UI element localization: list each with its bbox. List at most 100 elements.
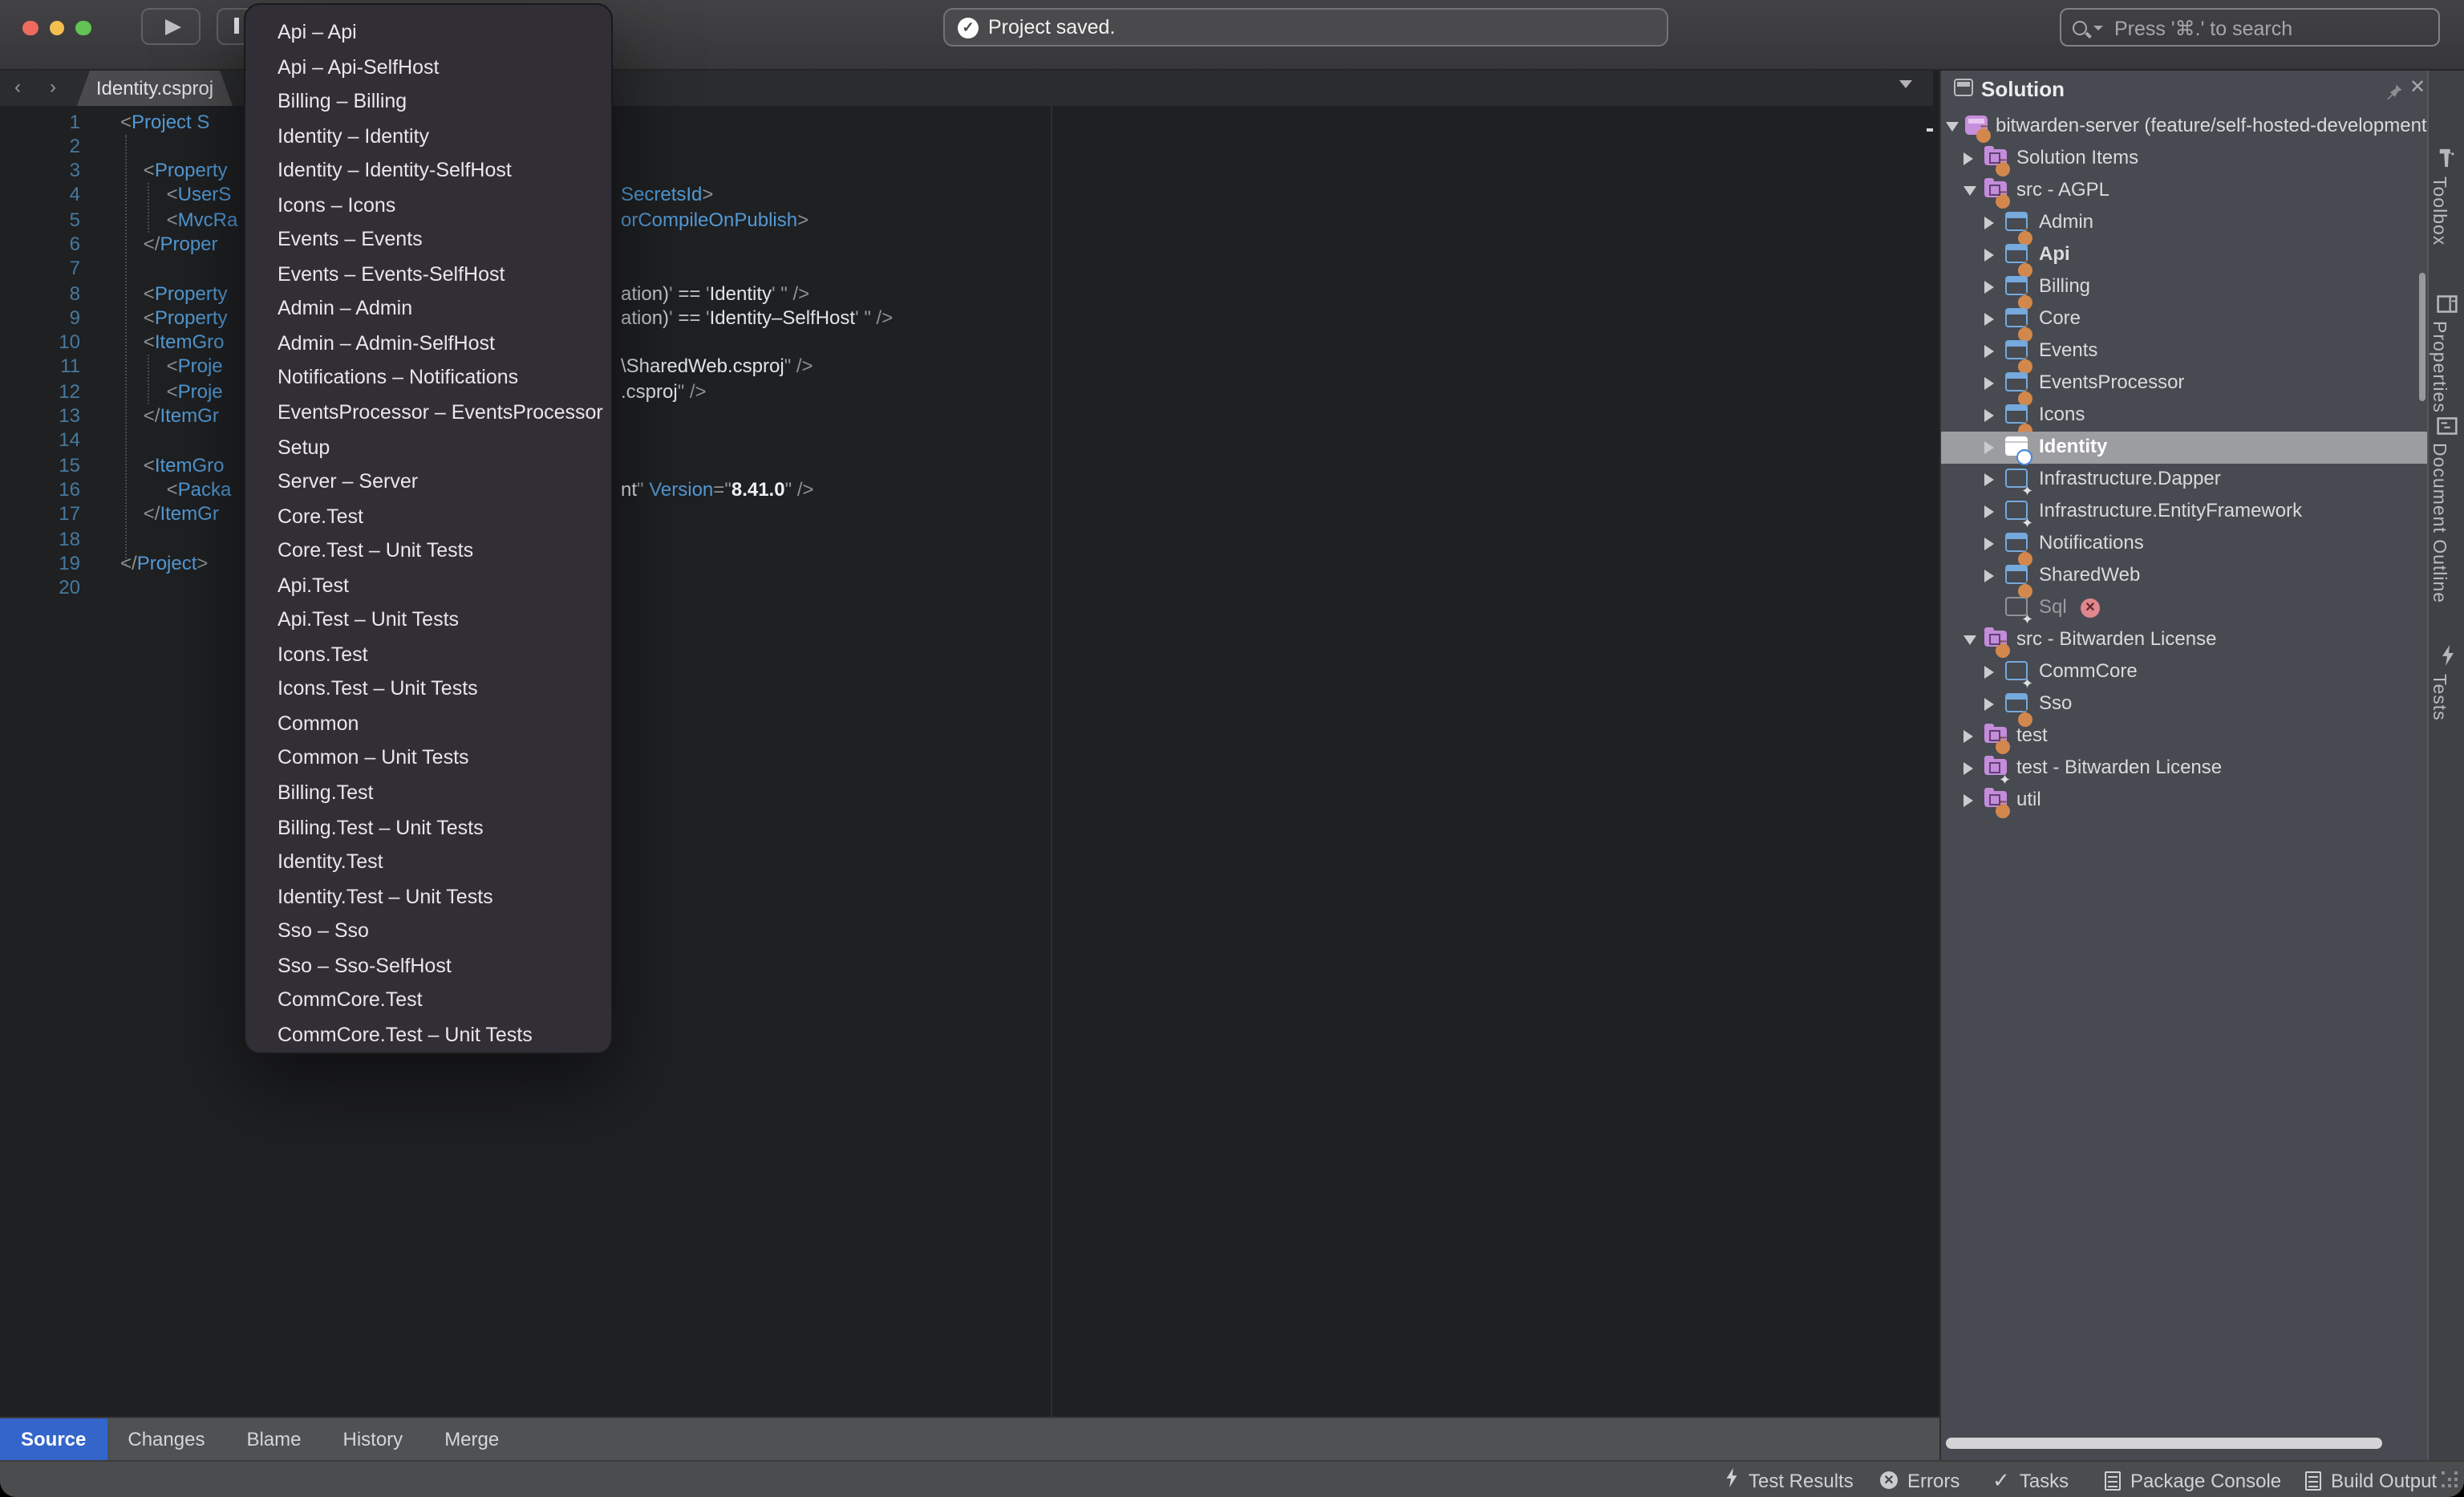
expand-icon[interactable] — [1984, 537, 1994, 550]
run-config-menu-item[interactable]: Sso – Sso — [245, 915, 611, 949]
run-config-menu-item[interactable]: Common – Unit Tests — [245, 742, 611, 777]
vcs-tab-merge[interactable]: Merge — [424, 1418, 520, 1462]
tree-row-sharedweb[interactable]: SharedWeb — [1941, 559, 2427, 591]
run-config-menu-item[interactable]: Api.Test — [245, 570, 611, 604]
tab-overflow-icon[interactable] — [1899, 80, 1912, 88]
tree-row-src-bitwarden-license[interactable]: src - Bitwarden License — [1941, 623, 2427, 655]
expand-icon[interactable] — [1984, 440, 1994, 453]
tree-row-sql[interactable]: ✦Sql✕ — [1941, 591, 2427, 623]
vcs-tab-blame[interactable]: Blame — [225, 1418, 322, 1462]
pin-icon[interactable] — [2385, 80, 2403, 109]
tree-row-commcore[interactable]: ✦CommCore — [1941, 655, 2427, 688]
vcs-tab-changes[interactable]: Changes — [107, 1418, 225, 1462]
collapse-icon[interactable] — [1964, 635, 1976, 644]
expand-icon[interactable] — [1964, 729, 1973, 742]
run-config-menu-item[interactable]: CommCore.Test – Unit Tests — [245, 1019, 611, 1053]
expand-icon[interactable] — [1984, 344, 1994, 357]
tree-row-test-bitwarden-license[interactable]: ✦test - Bitwarden License — [1941, 752, 2427, 784]
tree-row-admin[interactable]: Admin — [1941, 206, 2427, 238]
pad-tab-toolbox[interactable]: Toolbox — [2429, 148, 2464, 245]
tree-row-sso[interactable]: Sso — [1941, 688, 2427, 720]
expand-icon[interactable] — [1964, 152, 1973, 164]
run-config-menu-item[interactable]: Icons.Test — [245, 639, 611, 673]
tree-row-core[interactable]: Core — [1941, 302, 2427, 335]
statusbar-package-console[interactable]: Package Console — [2105, 1462, 2281, 1497]
close-icon[interactable]: ✕ — [2409, 75, 2426, 98]
vcs-tab-source[interactable]: Source — [0, 1418, 107, 1462]
run-button[interactable] — [141, 8, 201, 45]
run-config-menu-item[interactable]: Billing.Test – Unit Tests — [245, 811, 611, 846]
run-config-menu-item[interactable]: Identity – Identity — [245, 120, 611, 154]
expand-icon[interactable] — [1984, 408, 1994, 421]
run-config-menu-item[interactable]: Events – Events — [245, 224, 611, 258]
tree-row-eventsprocessor[interactable]: EventsProcessor — [1941, 367, 2427, 399]
run-config-menu-item[interactable]: Billing – Billing — [245, 85, 611, 120]
run-config-menu-item[interactable]: Icons.Test – Unit Tests — [245, 673, 611, 708]
tree-row-bitwarden-server-feature-self-hosted-development[interactable]: bitwarden-server (feature/self-hosted-de… — [1941, 110, 2427, 142]
tree-row-icons[interactable]: Icons — [1941, 399, 2427, 431]
tree-row-test[interactable]: test — [1941, 720, 2427, 752]
vcs-tab-history[interactable]: History — [322, 1418, 424, 1462]
zoom-window-button[interactable] — [75, 20, 91, 35]
run-config-menu-item[interactable]: Admin – Admin-SelfHost — [245, 327, 611, 362]
tree-row-api[interactable]: Api — [1941, 238, 2427, 270]
global-search-input[interactable]: Press '⌘.' to search — [2060, 8, 2440, 47]
tab-identity-csproj[interactable]: Identity.csproj — [77, 71, 233, 106]
resize-grip[interactable] — [2442, 1471, 2445, 1475]
statusbar-test-results[interactable]: Test Results — [1724, 1462, 1854, 1497]
run-config-menu-item[interactable]: Server – Server — [245, 465, 611, 500]
expand-icon[interactable] — [1984, 312, 1994, 325]
minimize-window-button[interactable] — [49, 20, 64, 35]
tree-vertical-scrollbar[interactable] — [2419, 273, 2426, 401]
run-config-menu-item[interactable]: Setup — [245, 431, 611, 465]
run-config-menu-item[interactable]: Sso – Sso-SelfHost — [245, 950, 611, 984]
collapse-icon[interactable] — [1946, 121, 1959, 131]
expand-icon[interactable] — [1984, 280, 1994, 293]
pad-tab-document-outline[interactable]: Document Outline — [2429, 414, 2464, 603]
tree-row-billing[interactable]: Billing — [1941, 270, 2427, 302]
run-config-menu-item[interactable]: Billing.Test — [245, 777, 611, 811]
expand-icon[interactable] — [1984, 665, 1994, 678]
statusbar-build-output[interactable]: Build Output — [2305, 1462, 2437, 1497]
statusbar-errors[interactable]: ✕Errors — [1880, 1462, 1959, 1497]
tree-row-events[interactable]: Events — [1941, 335, 2427, 367]
run-config-menu-item[interactable]: Identity.Test — [245, 846, 611, 880]
run-config-menu-item[interactable]: Notifications – Notifications — [245, 362, 611, 396]
tree-row-identity[interactable]: Identity — [1941, 431, 2427, 463]
tree-row-infrastructure-entityframework[interactable]: ✦Infrastructure.EntityFramework — [1941, 495, 2427, 527]
navigate-back-button[interactable]: ‹ — [6, 75, 29, 98]
expand-icon[interactable] — [1984, 216, 1994, 229]
tree-row-util[interactable]: util — [1941, 784, 2427, 816]
expand-icon[interactable] — [1964, 761, 1973, 774]
run-config-menu-item[interactable]: Icons – Icons — [245, 189, 611, 223]
run-config-menu-item[interactable]: Api – Api-SelfHost — [245, 51, 611, 85]
run-config-menu-item[interactable]: Events – Events-SelfHost — [245, 258, 611, 293]
run-config-menu-item[interactable]: CommCore.Test — [245, 984, 611, 1019]
run-config-menu-item[interactable]: Identity.Test – Unit Tests — [245, 880, 611, 915]
run-config-menu-item[interactable]: EventsProcessor – EventsProcessor — [245, 396, 611, 431]
run-config-menu-item[interactable]: Common — [245, 708, 611, 742]
expand-icon[interactable] — [1964, 793, 1973, 806]
run-config-menu-item[interactable]: Api – Api — [245, 16, 611, 51]
tree-row-solution-items[interactable]: Solution Items — [1941, 142, 2427, 174]
statusbar-tasks[interactable]: ✓Tasks — [1992, 1462, 2069, 1497]
run-config-menu-item[interactable]: Identity – Identity-SelfHost — [245, 154, 611, 189]
run-config-menu-item[interactable]: Api.Test – Unit Tests — [245, 604, 611, 639]
pad-tab-properties[interactable]: Properties — [2429, 292, 2464, 413]
tree-row-notifications[interactable]: Notifications — [1941, 527, 2427, 559]
tree-row-infrastructure-dapper[interactable]: ✦Infrastructure.Dapper — [1941, 463, 2427, 495]
collapse-icon[interactable] — [1964, 185, 1976, 195]
expand-icon[interactable] — [1984, 473, 1994, 485]
run-config-menu-item[interactable]: Core.Test — [245, 500, 611, 534]
run-config-menu-item[interactable]: Core.Test – Unit Tests — [245, 534, 611, 569]
expand-icon[interactable] — [1984, 569, 1994, 582]
pad-tab-tests[interactable]: Tests — [2429, 645, 2464, 721]
tree-horizontal-scrollbar[interactable] — [1946, 1438, 2382, 1449]
navigate-forward-button[interactable]: › — [42, 75, 64, 98]
tree-row-src-agpl[interactable]: src - AGPL — [1941, 174, 2427, 206]
run-config-menu-item[interactable]: Admin – Admin — [245, 293, 611, 327]
expand-icon[interactable] — [1984, 376, 1994, 389]
expand-icon[interactable] — [1984, 505, 1994, 517]
close-window-button[interactable] — [22, 20, 38, 35]
expand-icon[interactable] — [1984, 697, 1994, 710]
